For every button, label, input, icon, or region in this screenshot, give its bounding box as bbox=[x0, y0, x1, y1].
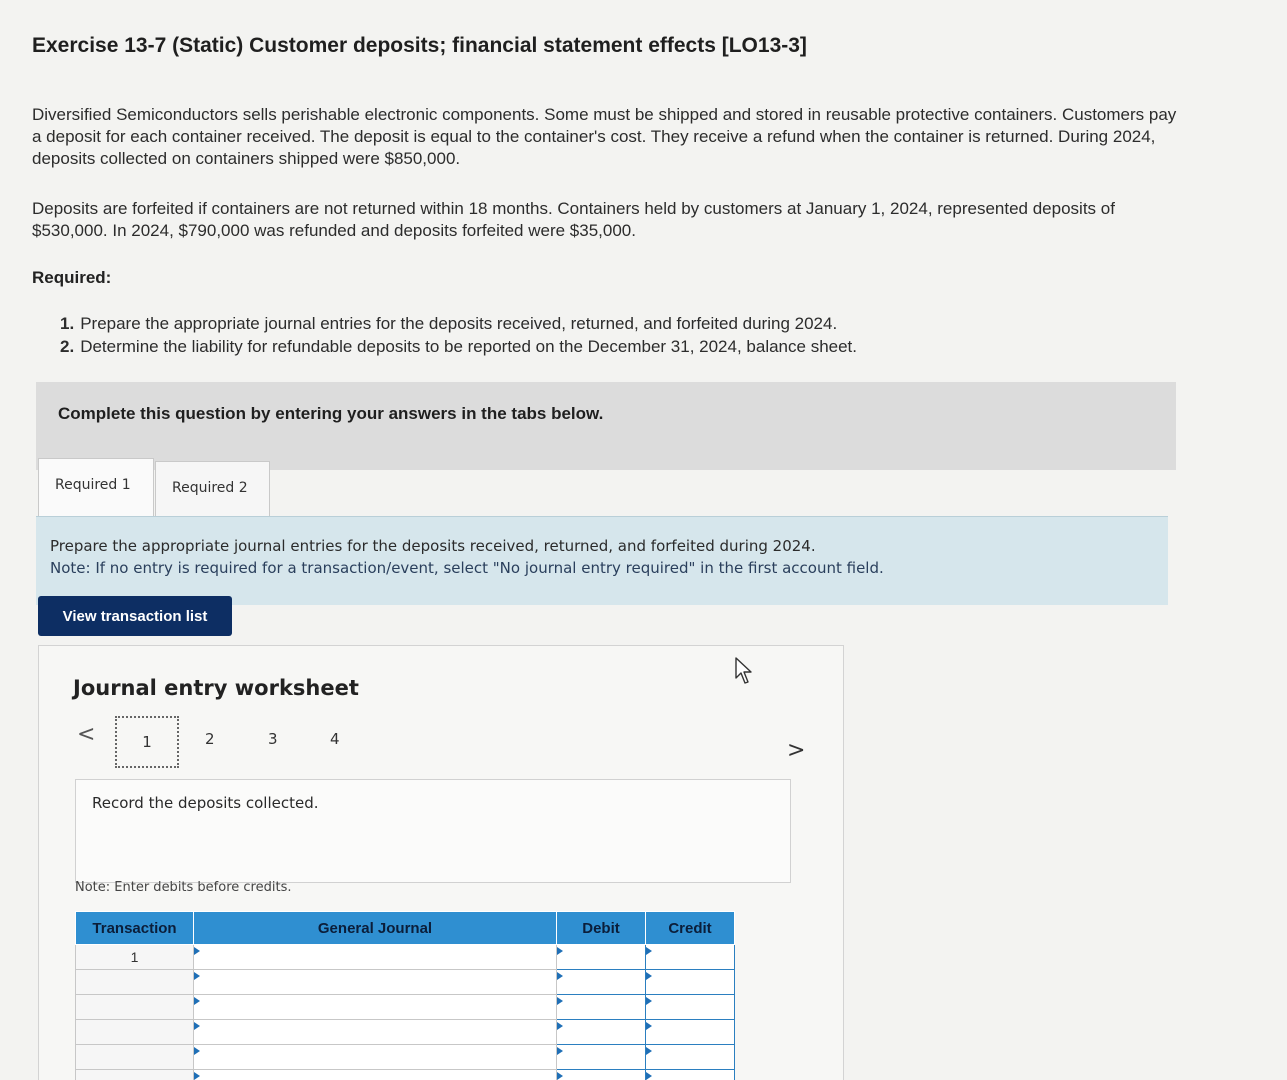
debit-input[interactable] bbox=[556, 994, 646, 1020]
transaction-cell bbox=[75, 969, 194, 995]
transaction-cell bbox=[75, 1044, 194, 1070]
page-title: Exercise 13-7 (Static) Customer deposits… bbox=[32, 34, 807, 57]
debit-input[interactable] bbox=[556, 1019, 646, 1045]
tab-required-2[interactable]: Required 2 bbox=[155, 461, 270, 519]
chevron-right-icon[interactable]: > bbox=[787, 738, 805, 763]
requirement-item: 2. Determine the liability for refundable… bbox=[60, 335, 857, 358]
account-select[interactable] bbox=[193, 994, 557, 1020]
header-credit: Credit bbox=[645, 911, 735, 945]
tab-required-1[interactable]: Required 1 bbox=[38, 458, 154, 516]
table-row bbox=[75, 969, 735, 995]
account-select[interactable] bbox=[193, 969, 557, 995]
transaction-cell bbox=[75, 994, 194, 1020]
complete-prompt-bar: Complete this question by entering your … bbox=[36, 382, 1176, 470]
instructions-panel: Prepare the appropriate journal entries … bbox=[36, 516, 1168, 605]
transaction-cell bbox=[75, 1019, 194, 1045]
enter-debits-note: Note: Enter debits before credits. bbox=[75, 880, 292, 895]
table-row: 1 bbox=[75, 944, 735, 970]
transaction-cell: 1 bbox=[75, 944, 194, 970]
instructions-note: Note: If no entry is required for a tran… bbox=[50, 559, 884, 577]
record-instruction-text: Record the deposits collected. bbox=[92, 794, 319, 812]
account-select[interactable] bbox=[193, 1044, 557, 1070]
account-select[interactable] bbox=[193, 944, 557, 970]
page: Exercise 13-7 (Static) Customer deposits… bbox=[0, 0, 1287, 1080]
worksheet-title: Journal entry worksheet bbox=[73, 676, 359, 700]
requirements-list: 1. Prepare the appropriate journal entrie… bbox=[60, 312, 857, 358]
complete-prompt-text: Complete this question by entering your … bbox=[58, 404, 604, 423]
table-header-row: Transaction General Journal Debit Credit bbox=[75, 911, 735, 945]
debit-input[interactable] bbox=[556, 1069, 646, 1080]
table-row bbox=[75, 1044, 735, 1070]
credit-input[interactable] bbox=[645, 969, 735, 995]
debit-input[interactable] bbox=[556, 1044, 646, 1070]
record-instruction-box: Record the deposits collected. bbox=[75, 779, 791, 883]
credit-input[interactable] bbox=[645, 944, 735, 970]
table-row bbox=[75, 1019, 735, 1045]
credit-input[interactable] bbox=[645, 1019, 735, 1045]
worksheet-step-2[interactable]: 2 bbox=[205, 730, 215, 748]
worksheet-step-4[interactable]: 4 bbox=[330, 730, 340, 748]
journal-entry-table: Transaction General Journal Debit Credit… bbox=[75, 911, 735, 1080]
worksheet-step-3[interactable]: 3 bbox=[268, 730, 278, 748]
header-general-journal: General Journal bbox=[193, 911, 557, 945]
transaction-cell bbox=[75, 1069, 194, 1080]
problem-paragraph-2: Deposits are forfeited if containers are… bbox=[32, 199, 1115, 240]
mouse-pointer-icon bbox=[735, 657, 752, 684]
credit-input[interactable] bbox=[645, 1044, 735, 1070]
credit-input[interactable] bbox=[645, 1069, 735, 1080]
header-transaction: Transaction bbox=[75, 911, 194, 945]
worksheet-step-1[interactable]: 1 bbox=[115, 716, 179, 768]
requirement-text: Prepare the appropriate journal entries … bbox=[80, 314, 838, 333]
requirement-number: 1. bbox=[60, 314, 75, 333]
required-heading: Required: bbox=[32, 268, 112, 287]
chevron-left-icon[interactable]: < bbox=[77, 722, 95, 747]
requirement-number: 2. bbox=[60, 337, 75, 356]
account-select[interactable] bbox=[193, 1069, 557, 1080]
credit-input[interactable] bbox=[645, 994, 735, 1020]
requirement-item: 1. Prepare the appropriate journal entrie… bbox=[60, 312, 857, 335]
problem-paragraph-1: Diversified Semiconductors sells perisha… bbox=[32, 105, 1177, 168]
requirement-text: Determine the liability for refundable d… bbox=[80, 337, 857, 356]
instructions-text: Prepare the appropriate journal entries … bbox=[50, 537, 816, 555]
debit-input[interactable] bbox=[556, 944, 646, 970]
table-row bbox=[75, 994, 735, 1020]
account-select[interactable] bbox=[193, 1019, 557, 1045]
view-transaction-list-button[interactable]: View transaction list bbox=[38, 596, 232, 636]
debit-input[interactable] bbox=[556, 969, 646, 995]
table-row bbox=[75, 1069, 735, 1080]
journal-entry-worksheet: Journal entry worksheet < 1 2 3 4 > Reco… bbox=[38, 645, 844, 1080]
header-debit: Debit bbox=[556, 911, 646, 945]
